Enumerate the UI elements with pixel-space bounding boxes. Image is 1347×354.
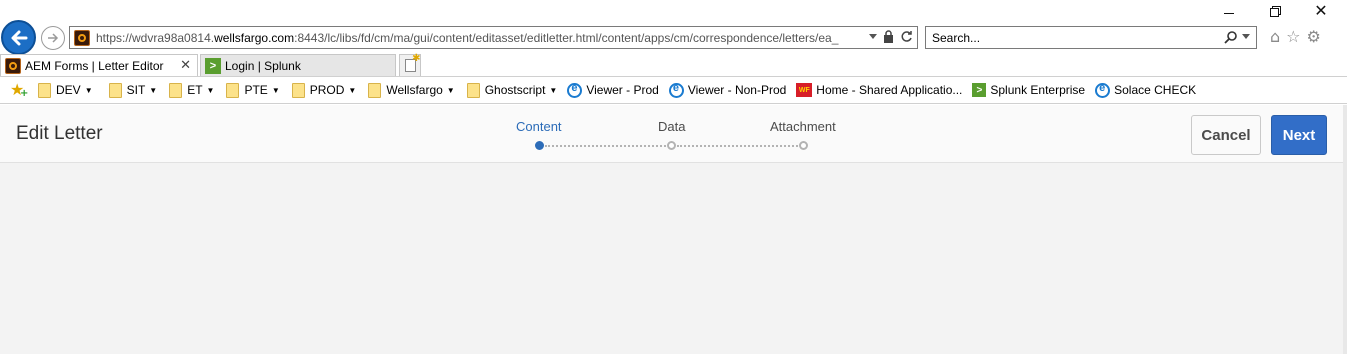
step-data-dot[interactable] <box>667 141 676 150</box>
browser-tab-strip: AEM Forms | Letter Editor ✕ > Login | Sp… <box>0 53 1347 76</box>
address-bar[interactable]: https://wdvra98a0814.wellsfargo.com:8443… <box>69 26 918 49</box>
favorite-folder-et[interactable]: ET ▼ <box>169 82 215 98</box>
settings-gear-icon[interactable]: ⚙ <box>1307 27 1321 46</box>
step-content-label[interactable]: Content <box>516 119 562 134</box>
step-attachment-label[interactable]: Attachment <box>770 119 836 134</box>
new-tab-icon <box>404 53 421 72</box>
lock-icon[interactable] <box>883 30 894 43</box>
favorite-label: Viewer - Prod <box>586 83 659 97</box>
favorite-folder-prod[interactable]: PROD ▼ <box>291 82 357 98</box>
chevron-down-icon: ▼ <box>271 85 280 95</box>
search-input[interactable]: Search... <box>932 31 1212 45</box>
new-tab-button[interactable] <box>399 53 421 76</box>
next-button[interactable]: Next <box>1271 115 1327 155</box>
favorite-label: ET <box>187 83 203 97</box>
search-icon[interactable] <box>1224 30 1238 44</box>
minimize-button[interactable] <box>1206 0 1252 22</box>
favorite-label: PTE <box>244 83 268 97</box>
page-title: Edit Letter <box>16 123 103 144</box>
step-data-label[interactable]: Data <box>658 119 685 134</box>
favorite-folder-sit[interactable]: SIT ▼ <box>108 82 158 98</box>
favorite-splunk-enterprise[interactable]: > Splunk Enterprise <box>972 83 1085 97</box>
favorite-viewer-nonprod[interactable]: Viewer - Non-Prod <box>668 82 787 98</box>
vertical-scrollbar[interactable] <box>1343 105 1347 354</box>
editor-content-area <box>0 163 1343 354</box>
step-connector <box>545 145 666 147</box>
search-dropdown-icon[interactable] <box>1242 34 1250 40</box>
forward-button[interactable] <box>41 26 65 50</box>
tab-close-icon[interactable]: ✕ <box>180 57 191 73</box>
ie-page-icon <box>567 82 583 98</box>
site-favicon-icon <box>74 29 90 46</box>
wizard-steps: Content Data Attachment <box>500 119 860 159</box>
favorite-label: PROD <box>309 83 345 97</box>
tab-label: AEM Forms | Letter Editor <box>25 58 164 73</box>
favorite-viewer-prod[interactable]: Viewer - Prod <box>567 82 659 98</box>
tab-splunk-login[interactable]: > Login | Splunk <box>200 54 396 76</box>
step-connector <box>677 145 798 147</box>
url-path: :8443/lc/libs/fd/cm/ma/gui/content/edita… <box>294 30 839 45</box>
home-icon[interactable]: ⌂ <box>1270 27 1280 46</box>
close-window-button[interactable]: ✕ <box>1298 0 1344 22</box>
address-url[interactable]: https://wdvra98a0814.wellsfargo.com:8443… <box>96 31 864 45</box>
favorite-label: Ghostscript <box>484 83 546 97</box>
favorite-folder-ghostscript[interactable]: Ghostscript ▼ <box>466 82 558 98</box>
search-box[interactable]: Search... <box>925 26 1257 49</box>
tab-aem-forms[interactable]: AEM Forms | Letter Editor ✕ <box>0 54 198 76</box>
favorite-folder-wellsfargo[interactable]: Wellsfargo ▼ <box>368 82 455 98</box>
favorite-label: Home - Shared Applicatio... <box>816 83 963 97</box>
ie-page-icon <box>1095 82 1111 98</box>
aem-icon <box>5 57 21 74</box>
back-arrow-icon <box>11 30 27 45</box>
folder-icon <box>226 82 240 98</box>
chevron-down-icon: ▼ <box>446 85 455 95</box>
restore-button[interactable] <box>1252 0 1298 22</box>
chevron-down-icon: ▼ <box>84 85 93 95</box>
favorite-home-shared[interactable]: WF Home - Shared Applicatio... <box>796 83 962 97</box>
tab-label: Login | Splunk <box>225 58 301 73</box>
url-domain: wellsfargo.com <box>214 30 295 45</box>
folder-icon <box>108 82 122 98</box>
folder-icon <box>368 82 382 98</box>
cancel-button[interactable]: Cancel <box>1191 115 1261 155</box>
close-icon: ✕ <box>1314 1 1328 20</box>
window-title-bar: ✕ <box>0 0 1347 22</box>
add-favorite-icon[interactable]: ★ <box>10 80 30 100</box>
favorite-folder-pte[interactable]: PTE ▼ <box>226 82 280 98</box>
favorite-label: Splunk Enterprise <box>990 83 1086 97</box>
favorite-folder-dev[interactable]: DEV ▼ <box>38 82 93 98</box>
chevron-down-icon: ▼ <box>149 85 158 95</box>
splunk-icon: > <box>205 57 221 74</box>
ie-page-icon <box>668 82 684 98</box>
favorites-star-icon[interactable]: ☆ <box>1286 27 1300 46</box>
favorite-solace-check[interactable]: Solace CHECK <box>1095 82 1197 98</box>
back-button[interactable] <box>1 20 36 55</box>
folder-icon <box>291 82 305 98</box>
folder-icon <box>466 82 480 98</box>
favorite-label: SIT <box>126 83 146 97</box>
forward-arrow-icon <box>48 33 59 43</box>
url-prefix: https://wdvra98a0814. <box>96 30 215 45</box>
step-attachment-dot[interactable] <box>799 141 808 150</box>
favorite-label: Viewer - Non-Prod <box>687 83 787 97</box>
chevron-down-icon: ▼ <box>348 85 357 95</box>
favorites-bar: ★ DEV▼ SIT▼ ET▼ PTE▼ PROD▼ Wellsfargo▼ G… <box>0 76 1347 104</box>
folder-icon <box>38 82 51 98</box>
favorite-label: Solace CHECK <box>1114 83 1197 97</box>
step-content-dot[interactable] <box>535 141 544 150</box>
chevron-down-icon: ▼ <box>206 85 215 95</box>
letter-editor-header: Edit Letter Content Data Attachment Canc… <box>0 105 1343 163</box>
address-dropdown-icon[interactable] <box>869 33 877 40</box>
wellsfargo-icon: WF <box>796 83 813 97</box>
splunk-icon: > <box>972 83 987 97</box>
refresh-icon[interactable] <box>900 30 913 43</box>
minimize-icon <box>1224 12 1234 14</box>
chevron-down-icon: ▼ <box>549 85 558 95</box>
restore-icon <box>1270 6 1281 17</box>
favorite-label: DEV <box>56 83 81 97</box>
favorite-label: Wellsfargo <box>386 83 443 97</box>
folder-icon <box>169 82 183 98</box>
